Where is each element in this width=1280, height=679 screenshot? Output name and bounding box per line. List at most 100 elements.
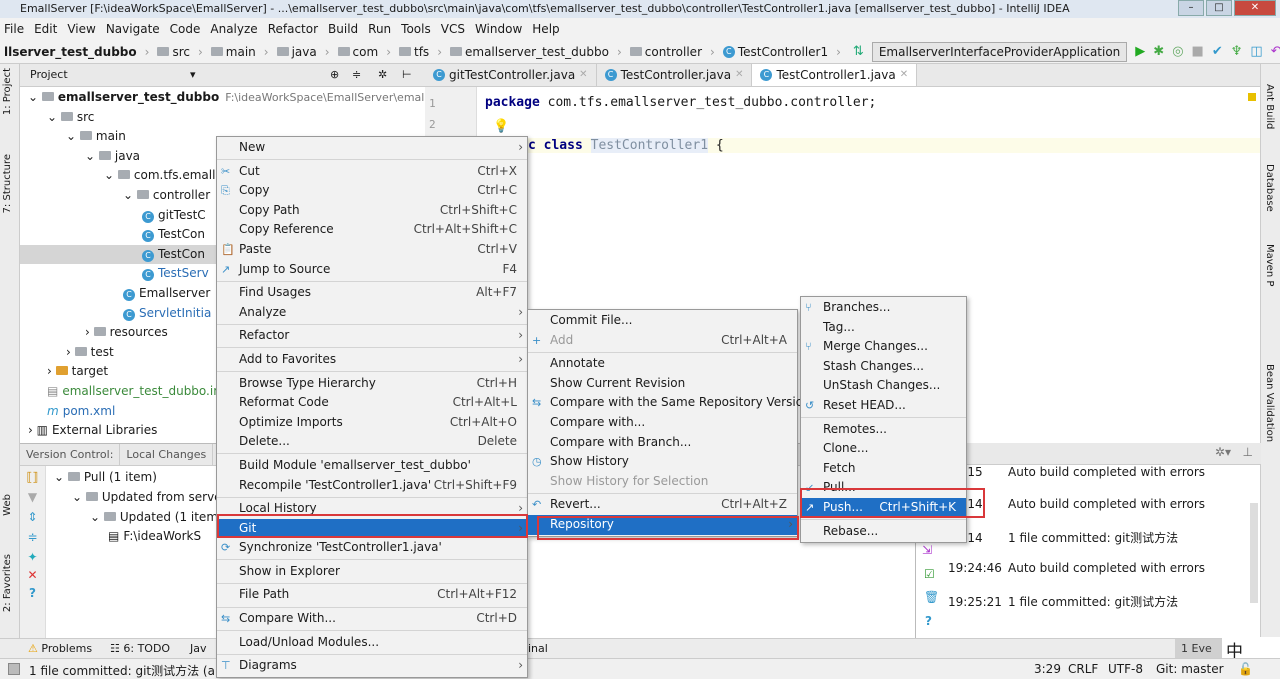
menu-item-show-history[interactable]: ◷ Show History — [528, 452, 797, 472]
event-message[interactable]: 1 file committed: git测试方法 — [1008, 531, 1178, 545]
chevron-icon[interactable]: ⌄ — [66, 129, 80, 143]
tree-item[interactable]: ⌄ emallserver_test_dubbo F:\ideaWorkSpace… — [20, 88, 451, 108]
menu-item-compare-with-branch[interactable]: Compare with Branch... — [528, 433, 797, 453]
vcs-revert-icon[interactable]: ↶ — [1271, 44, 1280, 60]
tab-testcontroller-java[interactable]: C TestController.java ✕ — [597, 64, 753, 86]
breadcrumb-com[interactable]: com — [334, 45, 395, 59]
vc-tree-item[interactable]: ⌄ Updated from serve — [48, 488, 228, 508]
menu-item-local-history[interactable]: Local History › — [217, 499, 527, 519]
menu-window[interactable]: Window — [475, 22, 522, 36]
sort-icon[interactable]: ⇅ — [853, 44, 864, 60]
chevron-icon[interactable]: ⌄ — [47, 110, 61, 124]
menu-item-new[interactable]: New › — [217, 138, 527, 158]
breadcrumb-llserver-test-dubbo[interactable]: llserver_test_dubbo — [0, 45, 153, 59]
chevron-icon[interactable]: › — [85, 325, 94, 339]
menu-item-tag[interactable]: Tag... — [801, 318, 966, 338]
menu-item-file-path[interactable]: File Path Ctrl+Alt+F12 — [217, 585, 527, 605]
chevron-icon[interactable]: › — [47, 364, 56, 378]
run-configuration-select[interactable]: EmallserverInterfaceProviderApplication — [871, 41, 1128, 62]
scrollbar[interactable] — [1250, 503, 1258, 603]
lock-icon[interactable]: 🔓 — [1238, 662, 1253, 676]
menu-item-compare-with[interactable]: ⇆ Compare With... Ctrl+D — [217, 609, 527, 629]
close-icon[interactable]: ✕ — [579, 64, 587, 86]
menu-analyze[interactable]: Analyze — [210, 22, 257, 36]
collapse-icon[interactable]: ≑ — [352, 64, 361, 86]
menu-item-annotate[interactable]: Annotate — [528, 354, 797, 374]
chevron-icon[interactable]: ⌄ — [104, 168, 118, 182]
breadcrumb-tfs[interactable]: tfs — [395, 45, 446, 59]
coverage-icon[interactable]: ◎ — [1172, 44, 1183, 60]
menu-help[interactable]: Help — [532, 22, 559, 36]
breadcrumb-emallserver-test-dubbo[interactable]: emallserver_test_dubbo — [446, 45, 626, 59]
menu-item-optimize-imports[interactable]: Optimize Imports Ctrl+Alt+O — [217, 413, 527, 433]
breadcrumb-src[interactable]: src — [153, 45, 206, 59]
tree-item[interactable]: ⌄ src — [20, 108, 425, 128]
menu-item-refactor[interactable]: Refactor › — [217, 326, 527, 346]
breadcrumb-main[interactable]: main — [207, 45, 273, 59]
menu-item-analyze[interactable]: Analyze › — [217, 303, 527, 323]
menu-item-paste[interactable]: 📋 Paste Ctrl+V — [217, 240, 527, 260]
menu-item-diagrams[interactable]: ⊤ Diagrams › — [217, 656, 527, 676]
menu-item-build-module-emallserver-test-dubbo[interactable]: Build Module 'emallserver_test_dubbo' — [217, 456, 527, 476]
menu-item-copy-path[interactable]: Copy Path Ctrl+Shift+C — [217, 201, 527, 221]
menu-item-show-current-revision[interactable]: Show Current Revision — [528, 374, 797, 394]
chevron-icon[interactable]: › — [66, 345, 75, 359]
stop-icon[interactable]: ■ — [1192, 44, 1204, 60]
chevron-icon[interactable]: ⌄ — [85, 149, 99, 163]
tool-tab-database[interactable]: Database — [1264, 164, 1275, 212]
problems-tab[interactable]: Problems — [41, 642, 92, 655]
menu-item-branches[interactable]: ⑂ Branches... — [801, 298, 966, 318]
maximize-button[interactable]: □ — [1206, 0, 1232, 16]
tool-tab-ant-build[interactable]: Ant Build — [1264, 84, 1275, 129]
help-icon[interactable]: ? — [925, 614, 932, 628]
line-separator[interactable]: CRLF — [1068, 662, 1098, 676]
vc-tab-local-changes[interactable]: Local Changes — [120, 444, 214, 465]
gear-icon[interactable]: ✲ — [378, 64, 387, 86]
menu-item-browse-type-hierarchy[interactable]: Browse Type Hierarchy Ctrl+H — [217, 374, 527, 394]
menu-item-copy-reference[interactable]: Copy Reference Ctrl+Alt+Shift+C — [217, 220, 527, 240]
menu-run[interactable]: Run — [368, 22, 391, 36]
tool-windows-icon[interactable] — [8, 663, 20, 675]
chevron-icon[interactable]: ⌄ — [72, 490, 86, 504]
breadcrumb-java[interactable]: java — [273, 45, 334, 59]
tab-gittestcontroller-java[interactable]: CgitTestController.java ✕ — [425, 64, 597, 86]
event-log-tab[interactable]: 1 Eve — [1175, 639, 1225, 659]
todo-tab[interactable]: 6: TODO — [123, 642, 170, 655]
menu-item-rebase[interactable]: Rebase... — [801, 522, 966, 542]
menu-item-compare-with[interactable]: Compare with... — [528, 413, 797, 433]
vcs-commit-icon[interactable]: ♆ — [1231, 44, 1243, 60]
menu-vcs[interactable]: VCS — [441, 22, 465, 36]
menu-item-pull[interactable]: ↙ Pull... — [801, 478, 966, 498]
menu-item-clone[interactable]: Clone... — [801, 439, 966, 459]
menu-edit[interactable]: Edit — [34, 22, 57, 36]
compare-icon[interactable]: ✦ — [20, 550, 45, 564]
menu-navigate[interactable]: Navigate — [106, 22, 160, 36]
vc-tree-item[interactable]: ▤ F:\ideaWorkS — [48, 527, 228, 547]
chevron-icon[interactable]: › — [28, 423, 37, 437]
menu-item-jump-to-source[interactable]: ↗ Jump to Source F4 — [217, 260, 527, 280]
menu-item-reset-head[interactable]: ↺ Reset HEAD... — [801, 396, 966, 416]
project-view-select[interactable]: Project — [30, 68, 68, 81]
close-icon[interactable]: ✕ — [900, 64, 908, 86]
close-icon[interactable]: ✕ — [735, 64, 743, 86]
collapse-all-icon[interactable]: ≑ — [20, 530, 45, 544]
file-encoding[interactable]: UTF-8 — [1108, 662, 1143, 676]
chevron-down-icon[interactable]: ▾ — [190, 64, 196, 86]
refresh-icon[interactable]: ⟦⟧ — [20, 470, 45, 484]
menu-item-stash-changes[interactable]: Stash Changes... — [801, 357, 966, 377]
menu-tools[interactable]: Tools — [401, 22, 431, 36]
menu-build[interactable]: Build — [328, 22, 358, 36]
java-enterprise-tab[interactable]: Jav — [190, 642, 207, 655]
menu-item-find-usages[interactable]: Find Usages Alt+F7 — [217, 283, 527, 303]
menu-view[interactable]: View — [67, 22, 95, 36]
git-branch[interactable]: Git: master — [1156, 662, 1224, 676]
caret-position[interactable]: 3:29 — [1034, 662, 1061, 676]
tool-tab-7-structure[interactable]: 7: Structure — [2, 154, 13, 213]
run-icon[interactable]: ▶ — [1135, 44, 1145, 60]
terminal-tab[interactable]: inal — [528, 642, 548, 655]
menu-item-git[interactable]: Git › — [217, 518, 527, 539]
menu-item-commit-file[interactable]: Commit File... — [528, 311, 797, 331]
breadcrumb-testcontroller1[interactable]: C TestController1 — [719, 45, 845, 59]
chevron-icon[interactable]: ⌄ — [28, 90, 42, 104]
gear-icon[interactable]: ✲▾ — [1215, 445, 1231, 459]
